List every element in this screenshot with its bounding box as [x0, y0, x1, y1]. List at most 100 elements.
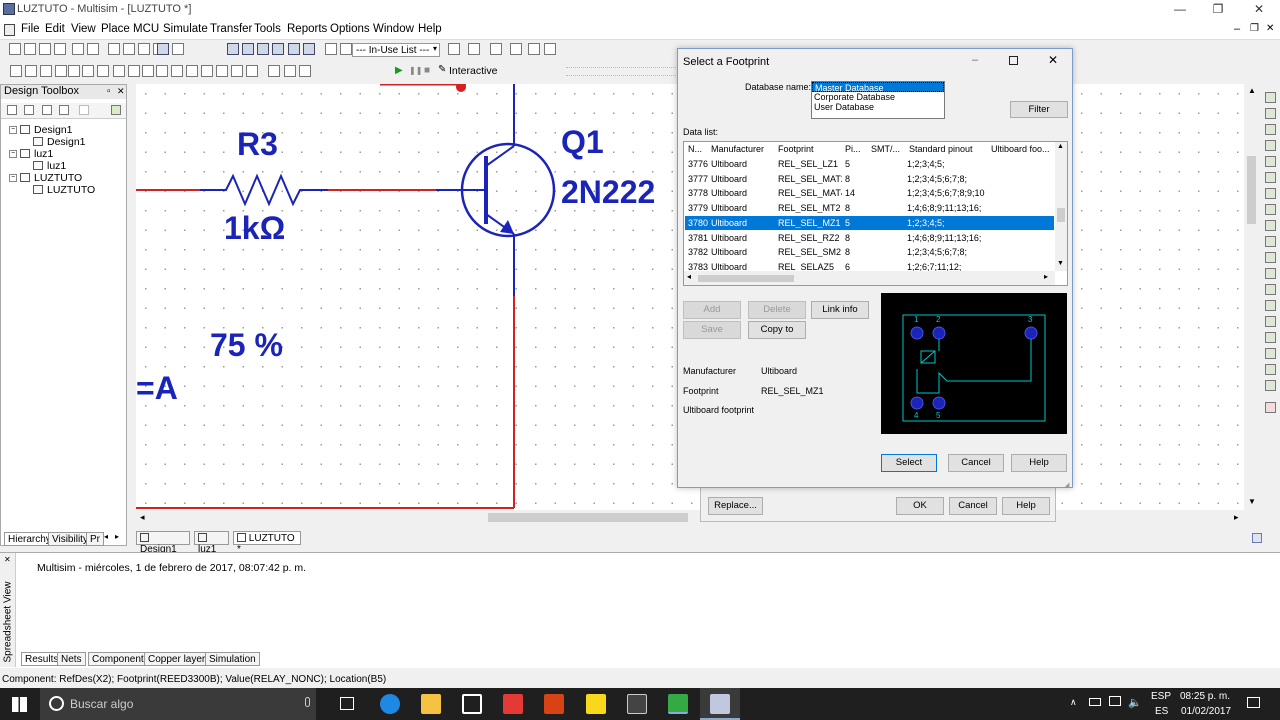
- back-annotate-icon[interactable]: [490, 43, 502, 55]
- power-icon[interactable]: [171, 65, 183, 77]
- windows-start-icon[interactable]: [12, 697, 27, 712]
- help-button[interactable]: Help: [1011, 454, 1067, 472]
- mixed-icon[interactable]: [142, 65, 154, 77]
- scroll-down-icon[interactable]: ▼: [1057, 260, 1064, 267]
- scroll-right-icon[interactable]: ▸: [1234, 512, 1239, 523]
- ttl-icon[interactable]: [82, 65, 94, 77]
- pdf-app-icon[interactable]: [544, 694, 564, 714]
- zoom-icon[interactable]: [528, 43, 540, 55]
- analog-icon[interactable]: [68, 65, 80, 77]
- open-folder-icon[interactable]: [24, 43, 36, 55]
- active-app-highlight[interactable]: [700, 688, 740, 720]
- source-icon[interactable]: [10, 65, 22, 77]
- forward-annotate-icon[interactable]: [510, 43, 522, 55]
- tree-toggle[interactable]: −: [9, 150, 17, 158]
- bus-icon[interactable]: [284, 65, 296, 77]
- component-wizard-icon[interactable]: [303, 43, 315, 55]
- agilent-multimeter-icon[interactable]: [1265, 332, 1276, 343]
- schematic-hscroll[interactable]: ◂ ▸: [136, 510, 1244, 526]
- pause-icon[interactable]: ❚❚: [409, 66, 422, 75]
- spreadsheet-icon[interactable]: [272, 43, 284, 55]
- help-query-icon[interactable]: [544, 43, 556, 55]
- iv-analyzer-icon[interactable]: [1265, 252, 1276, 263]
- copy-to-button[interactable]: Copy to: [748, 321, 806, 339]
- table-row[interactable]: 3781 Ultiboard REL_SEL_RZ2 8 1;4;6;8;9;11;13…: [685, 231, 1054, 245]
- word-generator-icon[interactable]: [1265, 204, 1276, 215]
- scroll-down-icon[interactable]: ▼: [1248, 497, 1256, 506]
- column-header-smt[interactable]: SMT/...: [871, 144, 900, 154]
- tab-components[interactable]: Components: [88, 652, 153, 666]
- current-probe-icon[interactable]: [1265, 402, 1276, 413]
- spreadsheet-close-icon[interactable]: ✕: [4, 555, 11, 564]
- scroll-left-icon[interactable]: ◂: [687, 272, 691, 281]
- menu-options[interactable]: Options: [330, 23, 370, 35]
- table-row[interactable]: 3779 Ultiboard REL_SEL_MT2 8 1;4;6;8;9;11;13…: [685, 201, 1054, 215]
- tree-toggle[interactable]: −: [9, 126, 17, 134]
- scroll-left-icon[interactable]: ◂: [140, 512, 145, 523]
- tab-nets[interactable]: Nets: [57, 652, 86, 666]
- four-channel-oscilloscope-icon[interactable]: [1265, 156, 1276, 167]
- add-button[interactable]: Add: [683, 301, 741, 319]
- close-icon[interactable]: ✕: [117, 86, 125, 97]
- tab-options-icon[interactable]: [1252, 533, 1262, 543]
- border-icon[interactable]: [242, 43, 254, 55]
- battery-icon[interactable]: [1089, 698, 1101, 706]
- inner-restore-button[interactable]: ❐: [1250, 23, 1259, 34]
- rf-icon[interactable]: [201, 65, 213, 77]
- frequency-counter-icon[interactable]: [1265, 188, 1276, 199]
- minimize-button[interactable]: —: [1165, 2, 1195, 18]
- inner-minimize-button[interactable]: –: [1234, 23, 1240, 35]
- network-analyzer-icon[interactable]: [1265, 300, 1276, 311]
- equation-label[interactable]: =A: [136, 370, 178, 407]
- ni-components-icon[interactable]: [231, 65, 243, 77]
- clock-date[interactable]: 01/02/2017: [1181, 706, 1231, 717]
- q1-reference[interactable]: Q1: [561, 124, 604, 161]
- resize-grip-icon[interactable]: ◢: [1064, 481, 1069, 489]
- labview-icon[interactable]: [586, 694, 606, 714]
- oscilloscope-icon[interactable]: [1265, 140, 1276, 151]
- transistor-icon[interactable]: [55, 65, 67, 77]
- filter-button[interactable]: Filter: [1010, 101, 1068, 118]
- tree-toggle[interactable]: −: [9, 174, 17, 182]
- menu-simulate[interactable]: Simulate: [163, 23, 208, 35]
- menu-tools[interactable]: Tools: [254, 23, 281, 35]
- tab-project[interactable]: Pr: [86, 532, 104, 546]
- doc-tab-luztuto[interactable]: LUZTUTO *: [233, 531, 301, 555]
- menu-transfer[interactable]: Transfer: [210, 23, 252, 35]
- erc-icon[interactable]: [448, 43, 460, 55]
- column-header-pins[interactable]: Pi...: [845, 144, 861, 154]
- new-file-icon[interactable]: [9, 43, 21, 55]
- function-generator-icon[interactable]: [1265, 108, 1276, 119]
- table-row[interactable]: 3776 Ultiboard REL_SEL_LZ1 5 1;2;3;4;5;: [685, 157, 1054, 171]
- tab-copper-layers[interactable]: Copper layers: [144, 652, 215, 666]
- language-bottom[interactable]: ES: [1155, 706, 1168, 717]
- title-block-icon[interactable]: [257, 43, 269, 55]
- grid-scroll-thumb[interactable]: [1057, 208, 1065, 222]
- database-icon[interactable]: [288, 43, 300, 55]
- file-explorer-icon[interactable]: [421, 694, 441, 714]
- print-icon[interactable]: [72, 43, 84, 55]
- redo-icon[interactable]: [172, 43, 184, 55]
- edge-icon[interactable]: [380, 694, 400, 714]
- menu-reports[interactable]: Reports: [287, 23, 327, 35]
- open-sample-icon[interactable]: [39, 43, 51, 55]
- menu-view[interactable]: View: [71, 23, 96, 35]
- close-button[interactable]: ✕: [1244, 2, 1274, 18]
- ladder-icon[interactable]: [299, 65, 311, 77]
- design-suite-icon[interactable]: [627, 694, 647, 714]
- print-preview-icon[interactable]: [87, 43, 99, 55]
- wattmeter-icon[interactable]: [1265, 124, 1276, 135]
- tray-chevron-icon[interactable]: ∧: [1070, 697, 1077, 708]
- cancel-button[interactable]: Cancel: [948, 454, 1004, 472]
- q1-model[interactable]: 2N222: [561, 174, 655, 211]
- column-header-ultiboard-footprint[interactable]: Ultiboard foo...: [991, 144, 1050, 154]
- taskbar-search-box[interactable]: Buscar algo: [40, 688, 316, 720]
- in-use-list-select[interactable]: --- In-Use List --- ▾: [352, 43, 440, 57]
- doc-tab-design1[interactable]: Design1: [136, 531, 190, 555]
- grid-vscroll[interactable]: ▲ ▼: [1055, 142, 1067, 271]
- clock-time[interactable]: 08:25 p. m.: [1180, 691, 1230, 702]
- notifications-icon[interactable]: [1247, 697, 1260, 708]
- doc-tab-luz1[interactable]: luz1: [194, 531, 229, 555]
- database-name-list[interactable]: Master Database Corporate Database User …: [811, 81, 945, 119]
- open-design-icon[interactable]: [24, 105, 34, 115]
